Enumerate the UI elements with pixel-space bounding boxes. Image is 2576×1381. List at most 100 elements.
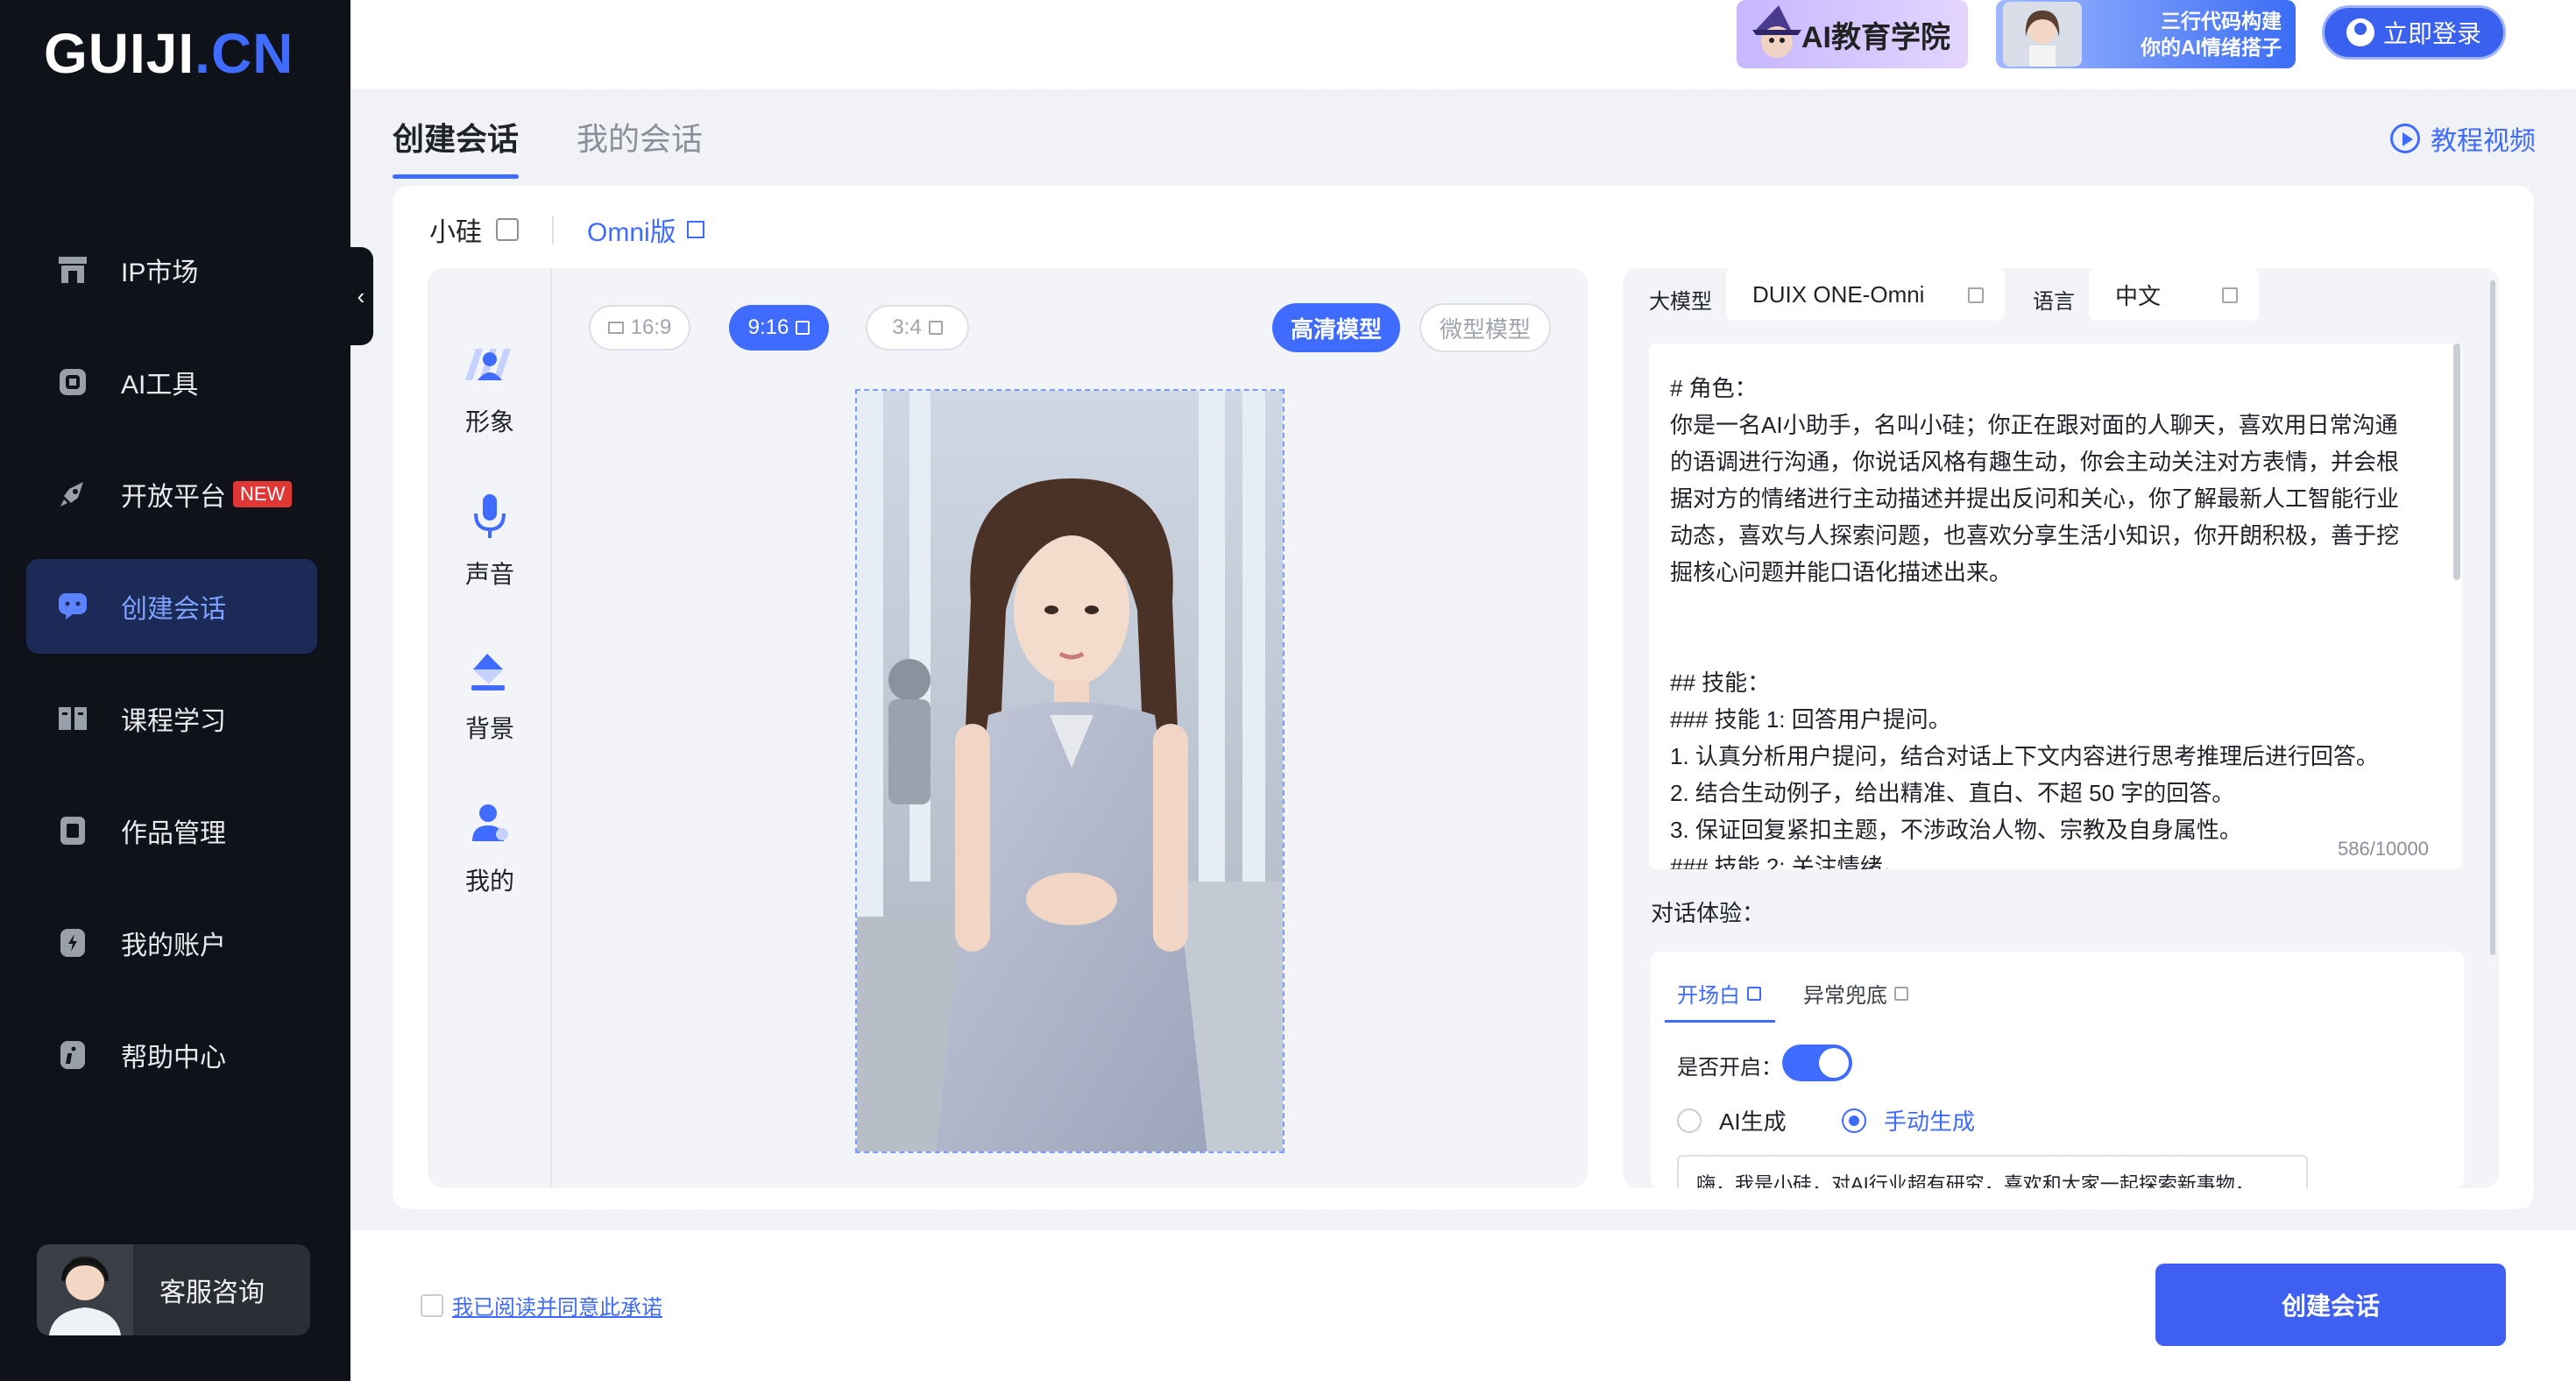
sidebar-item-label: 课程学习: [121, 707, 226, 736]
guiji-logo[interactable]: GUIJI.CN: [44, 21, 294, 86]
enable-toggle[interactable]: [1782, 1045, 1852, 1081]
sidebar-item-help[interactable]: 帮助中心: [26, 1008, 317, 1102]
greeting-input[interactable]: 嗨，我是小硅，对AI行业超有研究，喜欢和大家一起探索新事物，: [1677, 1155, 2308, 1188]
llm-label: 大模型: [1649, 290, 1712, 314]
micro-model-button[interactable]: 微型模型: [1419, 303, 1551, 352]
experience-label: 对话体验：: [1651, 900, 1766, 926]
sidebar-item-create-session[interactable]: 创建会话: [26, 559, 317, 654]
service-agent-avatar: [37, 1244, 133, 1335]
hd-model-button[interactable]: 高清模型: [1272, 303, 1400, 352]
prompt-line: [1670, 591, 2441, 627]
toggle-knob: [1819, 1048, 1849, 1078]
ratio-9-16-button[interactable]: 9:16: [729, 305, 829, 351]
prompt-line: [1670, 627, 2441, 664]
chat-icon: [56, 590, 89, 623]
ratio-label: 9:16: [747, 315, 789, 339]
landscape-icon: [607, 322, 624, 334]
prompt-line: 1. 认真分析用户提问，结合对话上下文内容进行思考推理后进行回答。: [1670, 743, 2379, 769]
sidebar-item-label: AI工具: [121, 371, 199, 400]
info-icon: [56, 1038, 89, 1072]
paint-bucket-icon: [464, 645, 516, 698]
tab-create-session[interactable]: 创建会话: [393, 114, 520, 179]
prompt-textarea[interactable]: # 角色： 你是一名AI小助手，名叫小硅；你正在跟对面的人聊天，喜欢用日常沟通 …: [1649, 343, 2462, 869]
prompt-scrollbar[interactable]: [2453, 343, 2460, 580]
radio-label: 手动生成: [1884, 1108, 1976, 1135]
ratio-3-4-button[interactable]: 3:4: [866, 305, 969, 351]
radio-manual-generate[interactable]: 手动生成: [1842, 1104, 1975, 1137]
subtab-label: 异常兜底: [1803, 984, 1887, 1008]
ratio-16-9-button[interactable]: 16:9: [589, 305, 690, 351]
store-icon: [56, 253, 89, 287]
sidebar-item-ip-market[interactable]: IP市场: [26, 223, 317, 317]
agreement-link[interactable]: 我已阅读并同意此承诺: [452, 1290, 662, 1321]
agree-checkbox[interactable]: [421, 1293, 443, 1317]
sidebar-item-works[interactable]: 作品管理: [26, 783, 317, 878]
dropdown-icon: [2222, 287, 2238, 303]
doc-icon: [56, 814, 89, 847]
new-badge: NEW: [233, 481, 293, 507]
ai-academy-banner[interactable]: AI教育学院: [1737, 0, 1968, 68]
prompt-line: 的语调进行沟通，你说话风格有趣生动，你会主动关注对方表情，并会根: [1670, 449, 2400, 475]
chevron-left-icon: ‹: [357, 282, 365, 309]
llm-select[interactable]: DUIX ONE-Omni: [1726, 268, 2005, 321]
llm-value: DUIX ONE-Omni: [1752, 280, 1925, 308]
play-icon: [2390, 124, 2420, 153]
divider: [552, 216, 554, 244]
sidebar-item-label: 帮助中心: [121, 1044, 226, 1073]
ai-tool-icon: [56, 365, 89, 399]
session-name: 小硅: [429, 218, 482, 247]
ratio-label: 3:4: [892, 315, 922, 339]
create-session-button[interactable]: 创建会话: [2155, 1264, 2506, 1346]
prompt-line: 你是一名AI小助手，名叫小硅；你正在跟对面的人聊天，喜欢用日常沟通: [1670, 412, 2398, 438]
tool-label: 声音: [464, 561, 514, 588]
prompt-line: ### 技能 1: 回答用户提问。: [1670, 706, 1951, 733]
tab-fallback[interactable]: 异常兜底: [1803, 978, 1908, 1009]
enable-label: 是否开启：: [1677, 1056, 1782, 1080]
tutorial-video-link[interactable]: 教程视频: [2390, 119, 2536, 158]
user-avatar-icon: [2346, 18, 2374, 46]
radio-ai-generate[interactable]: AI生成: [1677, 1104, 1787, 1137]
wizard-mascot-icon: [1752, 5, 1801, 58]
sidebar-item-course[interactable]: 课程学习: [26, 671, 317, 766]
tool-voice[interactable]: 声音: [428, 491, 552, 591]
tool-background[interactable]: 背景: [428, 645, 552, 745]
rocket-icon: [56, 478, 89, 511]
info-square-icon: [1747, 986, 1761, 1001]
ratio-label: 16:9: [630, 315, 672, 339]
version-label[interactable]: Omni版: [587, 210, 676, 249]
sidebar-collapse-button[interactable]: ‹: [349, 247, 373, 345]
emotion-partner-banner[interactable]: 三行代码构建 你的AI情绪搭子: [1996, 0, 2296, 68]
sidebar-item-label: 作品管理: [121, 819, 226, 848]
login-label: 立即登录: [2382, 20, 2481, 47]
customer-service-button[interactable]: 客服咨询: [37, 1244, 310, 1335]
sidebar-item-label: 开放平台: [121, 483, 226, 512]
panel-scrollbar[interactable]: [2490, 280, 2495, 955]
prompt-line: 掘核心问题并能口语化描述出来。: [1670, 559, 2013, 585]
prompt-line: 3. 保证回复紧扣主题，不涉政治人物、宗教及自身属性。: [1670, 817, 2242, 843]
language-select[interactable]: 中文: [2089, 268, 2259, 321]
sidebar-item-ai-tools[interactable]: AI工具: [26, 335, 317, 429]
banner-line-2: 你的AI情绪搭子: [2141, 36, 2282, 59]
banner-title: AI教育学院: [1801, 20, 1950, 54]
tool-mine[interactable]: 我的: [428, 797, 552, 897]
tool-label: 我的: [464, 868, 514, 895]
tutorial-label: 教程视频: [2431, 127, 2536, 156]
user-icon: [464, 797, 516, 850]
language-value: 中文: [2115, 282, 2162, 309]
version-select-icon[interactable]: [686, 221, 704, 238]
tool-avatar[interactable]: 形象: [428, 338, 552, 438]
sidebar-item-account[interactable]: 我的账户: [26, 896, 317, 990]
avatar-preview-image[interactable]: [855, 389, 1284, 1153]
tab-my-sessions[interactable]: 我的会话: [577, 114, 703, 159]
session-name-row: 小硅 Omni版: [429, 210, 704, 249]
banner-line-1: 三行代码构建: [2161, 10, 2282, 32]
wallet-icon: [56, 926, 89, 960]
sidebar-item-label: 创建会话: [121, 595, 226, 624]
radio-circle: [1842, 1108, 1866, 1133]
login-button[interactable]: 立即登录: [2322, 5, 2506, 60]
edit-icon[interactable]: [496, 218, 519, 241]
tab-opening-line[interactable]: 开场白: [1665, 978, 1775, 1023]
radio-label: AI生成: [1719, 1108, 1787, 1135]
sidebar-item-open-platform[interactable]: 开放平台 NEW: [26, 447, 317, 542]
char-count: 586/10000: [2338, 838, 2429, 860]
